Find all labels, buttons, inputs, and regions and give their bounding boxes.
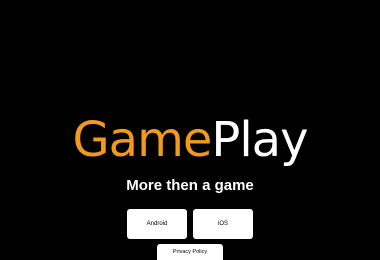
logo-play-text: Play xyxy=(211,112,308,168)
gameplay-logo: GamePlay xyxy=(0,112,380,168)
tagline: More then a game xyxy=(126,177,254,194)
privacy-policy-label: Privacy Policy xyxy=(172,249,208,255)
android-button[interactable]: Android xyxy=(127,209,187,239)
android-button-label: Android xyxy=(146,221,168,227)
ios-button-label: iOS xyxy=(217,221,228,227)
ios-button[interactable]: iOS xyxy=(193,209,253,239)
logo-game-text: Game xyxy=(72,112,212,168)
privacy-policy-button[interactable]: Privacy Policy xyxy=(157,244,223,260)
